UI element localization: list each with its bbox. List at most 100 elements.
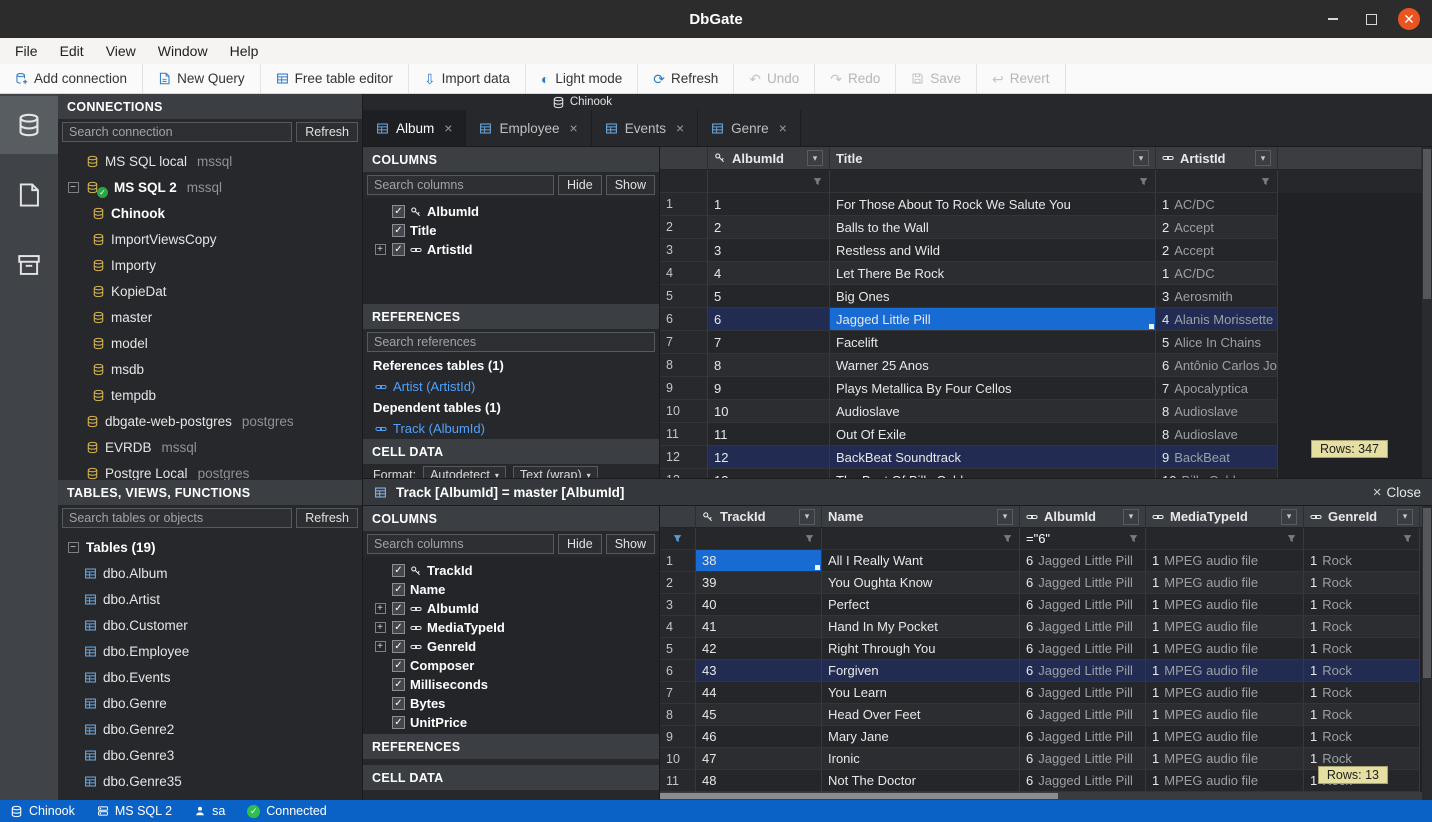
cell-albumid[interactable]: 6 <box>708 308 830 331</box>
connection-item-dbgate-web-postgres[interactable]: dbgate-web-postgrespostgres <box>58 408 362 434</box>
activity-archive-icon[interactable] <box>0 236 58 294</box>
maximize-button[interactable] <box>1360 8 1382 30</box>
row-number[interactable]: 3 <box>660 239 708 262</box>
connection-item-model[interactable]: model <box>58 330 362 356</box>
cell-mediatypeid[interactable]: 1MPEG audio file <box>1146 704 1304 726</box>
menu-window[interactable]: Window <box>147 38 219 64</box>
cell-albumid[interactable]: 6Jagged Little Pill <box>1020 682 1146 704</box>
tab-events[interactable]: Events× <box>592 110 698 146</box>
cell-trackid[interactable]: 47 <box>696 748 822 770</box>
column-checkbox[interactable]: ✓ <box>392 659 405 672</box>
column-header-mediatypeid[interactable]: MediaTypeId▾ <box>1146 506 1304 528</box>
cell-albumid[interactable]: 12 <box>708 446 830 469</box>
tab-genre[interactable]: Genre× <box>698 110 801 146</box>
table-item-dbo-artist[interactable]: dbo.Artist <box>58 586 362 612</box>
table-item-dbo-customer[interactable]: dbo.Customer <box>58 612 362 638</box>
row-number[interactable]: 7 <box>660 331 708 354</box>
column-checkbox[interactable]: ✓ <box>392 678 405 691</box>
activity-database-icon[interactable] <box>0 96 58 154</box>
filter-input-title[interactable] <box>830 170 1156 193</box>
column-menu-chevron-icon[interactable]: ▾ <box>1281 509 1297 525</box>
column-item-albumid[interactable]: ✓AlbumId <box>363 202 659 221</box>
cell-albumid[interactable]: 1 <box>708 193 830 216</box>
column-item-trackid[interactable]: ✓TrackId <box>363 561 659 580</box>
tables-refresh-button[interactable]: Refresh <box>296 508 358 528</box>
column-menu-chevron-icon[interactable]: ▾ <box>799 509 815 525</box>
menu-edit[interactable]: Edit <box>49 38 95 64</box>
cell-name[interactable]: You Learn <box>822 682 1020 704</box>
column-item-unitprice[interactable]: ✓UnitPrice <box>363 713 659 732</box>
row-number[interactable]: 4 <box>660 262 708 285</box>
cell-genreid[interactable]: 1Rock <box>1304 682 1420 704</box>
column-header-title[interactable]: Title▾ <box>830 147 1156 170</box>
table-item-dbo-genre[interactable]: dbo.Genre <box>58 690 362 716</box>
cell-title[interactable]: For Those About To Rock We Salute You <box>830 193 1156 216</box>
connection-item-importviewscopy[interactable]: ImportViewsCopy <box>58 226 362 252</box>
cell-name[interactable]: Mary Jane <box>822 726 1020 748</box>
cell-genreid[interactable]: 1Rock <box>1304 704 1420 726</box>
table-item-dbo-genre2[interactable]: dbo.Genre2 <box>58 716 362 742</box>
row-number[interactable]: 2 <box>660 572 696 594</box>
connections-refresh-button[interactable]: Refresh <box>296 122 358 142</box>
filter-input-albumid[interactable] <box>708 170 830 193</box>
cell-albumid[interactable]: 6Jagged Little Pill <box>1020 638 1146 660</box>
collapse-toggle-icon[interactable]: − <box>68 542 79 553</box>
column-item-milliseconds[interactable]: ✓Milliseconds <box>363 675 659 694</box>
titlebar[interactable]: DbGate ✕ <box>0 0 1432 38</box>
cell-trackid[interactable]: 38 <box>696 550 822 572</box>
hide-column-button[interactable]: Hide <box>558 534 602 554</box>
column-item-bytes[interactable]: ✓Bytes <box>363 694 659 713</box>
cell-albumid[interactable]: 6Jagged Little Pill <box>1020 616 1146 638</box>
cell-mediatypeid[interactable]: 1MPEG audio file <box>1146 770 1304 792</box>
cell-albumid[interactable]: 8 <box>708 354 830 377</box>
scrollbar-thumb[interactable] <box>1423 149 1431 299</box>
cell-genreid[interactable]: 1Rock <box>1304 572 1420 594</box>
column-item-name[interactable]: ✓Name <box>363 580 659 599</box>
columns-search-input[interactable]: Search columns <box>367 534 554 554</box>
row-number[interactable]: 12 <box>660 446 708 469</box>
cell-name[interactable]: Head Over Feet <box>822 704 1020 726</box>
filter-input-artistid[interactable] <box>1156 170 1278 193</box>
cell-title[interactable]: Plays Metallica By Four Cellos <box>830 377 1156 400</box>
column-header-albumid[interactable]: AlbumId▾ <box>1020 506 1146 528</box>
filter-input-albumid[interactable]: ="6" <box>1020 528 1146 550</box>
cell-title[interactable]: Audioslave <box>830 400 1156 423</box>
filter-gutter-cell[interactable] <box>660 170 708 193</box>
column-checkbox[interactable]: ✓ <box>392 583 405 596</box>
connection-item-tempdb[interactable]: tempdb <box>58 382 362 408</box>
cell-mediatypeid[interactable]: 1MPEG audio file <box>1146 660 1304 682</box>
column-item-mediatypeid[interactable]: +✓MediaTypeId <box>363 618 659 637</box>
cell-name[interactable]: Forgiven <box>822 660 1020 682</box>
connection-item-postgre-local[interactable]: Postgre Localpostgres <box>58 460 362 480</box>
cell-albumid[interactable]: 2 <box>708 216 830 239</box>
filter-input-name[interactable] <box>822 528 1020 550</box>
expand-toggle-icon[interactable]: + <box>375 603 386 614</box>
cell-mediatypeid[interactable]: 1MPEG audio file <box>1146 726 1304 748</box>
scrollbar-thumb[interactable] <box>1423 508 1431 678</box>
cell-genreid[interactable]: 1Rock <box>1304 726 1420 748</box>
vertical-scrollbar[interactable] <box>1422 147 1432 478</box>
row-number[interactable]: 9 <box>660 377 708 400</box>
column-item-composer[interactable]: ✓Composer <box>363 656 659 675</box>
cell-albumid[interactable]: 3 <box>708 239 830 262</box>
cell-title[interactable]: Warner 25 Anos <box>830 354 1156 377</box>
connection-item-ms-sql-local[interactable]: MS SQL localmssql <box>58 148 362 174</box>
reference-link-track[interactable]: Track (AlbumId) <box>363 418 659 439</box>
cell-title[interactable]: Big Ones <box>830 285 1156 308</box>
cell-albumid[interactable]: 6Jagged Little Pill <box>1020 572 1146 594</box>
cell-artistid[interactable]: 1AC/DC <box>1156 262 1278 285</box>
row-number[interactable]: 1 <box>660 550 696 572</box>
column-menu-chevron-icon[interactable]: ▾ <box>807 150 823 166</box>
cell-albumid[interactable]: 13 <box>708 469 830 478</box>
menu-file[interactable]: File <box>4 38 49 64</box>
toolbar-import-data[interactable]: ⇩Import data <box>409 64 526 93</box>
cell-artistid[interactable]: 9BackBeat <box>1156 446 1278 469</box>
toolbar-refresh[interactable]: ⟳Refresh <box>638 64 734 93</box>
row-number[interactable]: 8 <box>660 354 708 377</box>
table-item-dbo-employee[interactable]: dbo.Employee <box>58 638 362 664</box>
connection-item-chinook[interactable]: Chinook <box>58 200 362 226</box>
tab-album[interactable]: Album× <box>363 110 466 146</box>
column-checkbox[interactable]: ✓ <box>392 243 405 256</box>
cell-name[interactable]: All I Really Want <box>822 550 1020 572</box>
close-window-icon[interactable]: ✕ <box>1398 8 1420 30</box>
